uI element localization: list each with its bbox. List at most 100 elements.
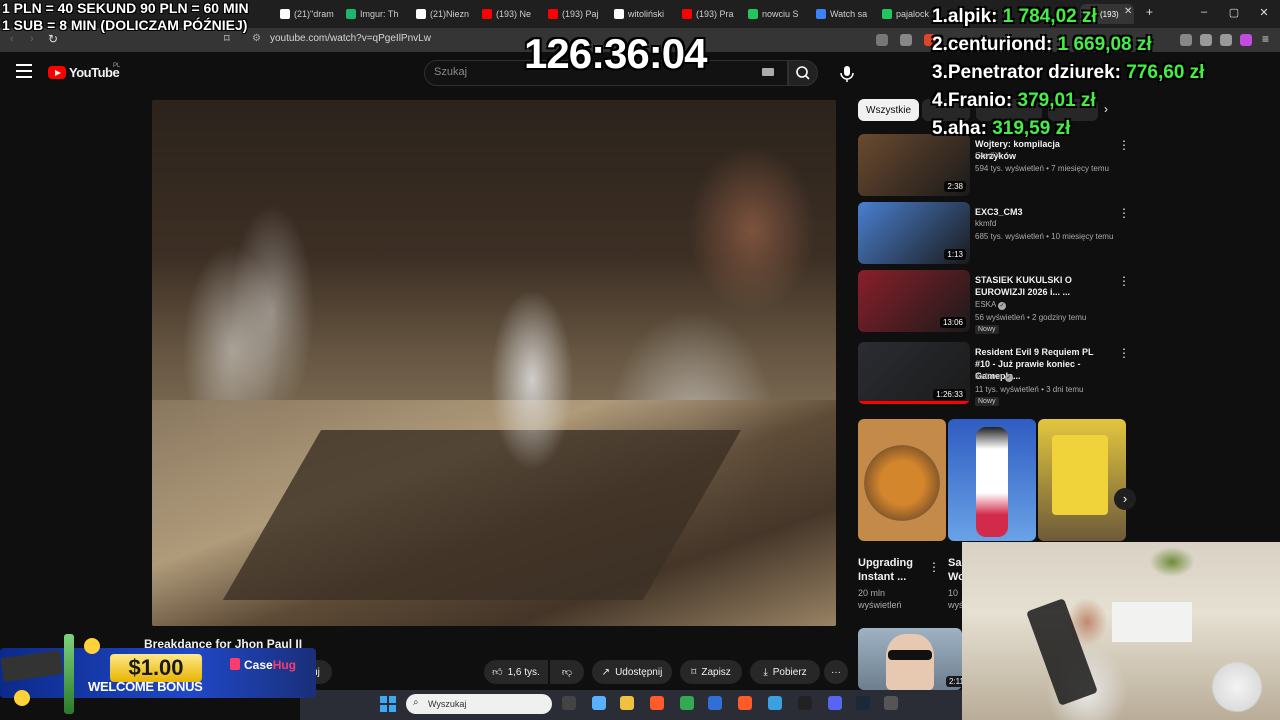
- task-view-icon[interactable]: [562, 696, 576, 710]
- short-title[interactable]: Upgrading Instant ...: [858, 556, 928, 584]
- chips-next-icon[interactable]: ›: [1104, 102, 1108, 116]
- channel-name[interactable]: Kaftann ✓: [975, 372, 1013, 382]
- windows-start-icon[interactable]: [380, 696, 396, 712]
- brave-icon[interactable]: [738, 696, 752, 710]
- browser-tab[interactable]: Watch sa: [816, 4, 876, 24]
- window-close-icon[interactable]: ✕: [1256, 6, 1272, 19]
- channel-name[interactable]: kkmfd: [975, 219, 996, 228]
- short-thumbnail[interactable]: [858, 419, 946, 541]
- casehug-bonus-banner: $1.00 WELCOME BONUS CaseHug: [0, 634, 316, 714]
- bookmark-icon[interactable]: ⌑: [224, 32, 230, 45]
- bonus-amount: $1.00: [110, 654, 202, 682]
- more-options-icon[interactable]: ⋮: [1118, 206, 1130, 220]
- tab-label: nowciu S: [762, 9, 799, 19]
- tab-label: (21)"dram: [294, 9, 334, 19]
- recommendation-item[interactable]: 1:26:33 Resident Evil 9 Requiem PL #10 - …: [858, 342, 1130, 406]
- browser-tab[interactable]: nowciu S: [748, 4, 808, 24]
- youtube-logo-text[interactable]: YouTube: [69, 65, 120, 80]
- short-thumbnail[interactable]: [948, 419, 1036, 541]
- like-button[interactable]: 👍︎ 1,6 tys.: [484, 660, 548, 684]
- tab-close-icon[interactable]: ✕: [1124, 6, 1132, 17]
- steam-icon[interactable]: [856, 696, 870, 710]
- short-thumbnail[interactable]: [1038, 419, 1126, 541]
- more-actions-button[interactable]: ···: [824, 660, 848, 684]
- leaderboard-entry: 2.centuriond: 1 669,08 zł: [932, 34, 1152, 56]
- forward-icon[interactable]: ›: [30, 33, 34, 45]
- video-thumbnail[interactable]: 1:26:33: [858, 342, 970, 404]
- site-info-icon[interactable]: ⚙: [252, 33, 261, 44]
- more-options-icon[interactable]: ⋮: [1118, 346, 1130, 360]
- channel-name[interactable]: ESKA ✓: [975, 300, 1007, 310]
- short-thumb-image: [1052, 435, 1108, 515]
- discord-icon[interactable]: [828, 696, 842, 710]
- video-thumbnail[interactable]: 13:06: [858, 270, 970, 332]
- youtube-logo-icon[interactable]: [48, 66, 66, 79]
- bonus-text: WELCOME BONUS: [88, 679, 203, 694]
- share-button[interactable]: ↗ Udostępnij: [592, 660, 672, 684]
- url-field[interactable]: youtube.com/watch?v=qPgeIlPnvLw: [270, 33, 431, 44]
- browser-menu-icon[interactable]: ≡: [1262, 32, 1269, 46]
- recommendation-item[interactable]: 2:38 Wojtery: kompilacja okrzyków GrediX 59…: [858, 134, 1130, 198]
- download-button[interactable]: ⤓ Pobierz: [750, 660, 820, 684]
- store-icon[interactable]: [708, 696, 722, 710]
- calculator-icon[interactable]: [884, 696, 898, 710]
- thumb-image: [886, 634, 934, 690]
- search-input[interactable]: Szukaj: [434, 66, 467, 78]
- video-thumbnail[interactable]: 1:13: [858, 202, 970, 264]
- recommendation-title[interactable]: STASIEK KUKULSKI O EUROWIZJI 2026 i... .…: [975, 274, 1103, 298]
- share-icon[interactable]: [900, 34, 912, 46]
- search-icon: ⌕: [413, 697, 419, 708]
- chrome-icon[interactable]: [680, 696, 694, 710]
- chip-all[interactable]: Wszystkie: [858, 99, 919, 121]
- browser-tab[interactable]: (193) Paj: [548, 4, 608, 24]
- browser-tab[interactable]: Imgur: Th: [346, 4, 406, 24]
- brave-icon[interactable]: [650, 696, 664, 710]
- watch-progress-bar: [858, 401, 970, 404]
- recommendation-title[interactable]: EXC3_CM3: [975, 206, 1103, 218]
- new-badge: Nowy: [975, 397, 999, 406]
- more-options-icon[interactable]: ⋮: [1118, 138, 1130, 152]
- extension-icon[interactable]: [876, 34, 888, 46]
- extension-icon[interactable]: [1240, 34, 1252, 46]
- obs-icon[interactable]: [798, 696, 812, 710]
- search-icon: [796, 66, 810, 80]
- tab-label: (193) Pra: [696, 9, 734, 19]
- extension-icon[interactable]: [1180, 34, 1192, 46]
- browser-tab[interactable]: (21)Niezn: [416, 4, 476, 24]
- browser-tab[interactable]: (193) Ne: [482, 4, 542, 24]
- short-kebab-icon[interactable]: ⋮: [928, 560, 940, 574]
- back-icon[interactable]: ‹: [10, 33, 14, 45]
- extension-icon[interactable]: [1200, 34, 1212, 46]
- coin-icon: [84, 638, 100, 654]
- mic-icon: [840, 66, 854, 82]
- taskbar-search[interactable]: Wyszukaj: [406, 694, 552, 714]
- save-button[interactable]: ⌑ Zapisz: [680, 660, 742, 684]
- notes-icon[interactable]: [768, 696, 782, 710]
- short-title[interactable]: Sai Wo: [948, 556, 962, 584]
- browser-tab[interactable]: (21)"dram: [280, 4, 340, 24]
- dislike-button[interactable]: 👎︎: [550, 660, 584, 684]
- video-thumbnail[interactable]: 2:38: [858, 134, 970, 196]
- minimize-icon[interactable]: –: [1196, 6, 1212, 18]
- recommendation-item[interactable]: 1:13 EXC3_CM3 kkmfd 685 tys. wyświetleń • 1…: [858, 202, 1130, 266]
- search-button[interactable]: [788, 60, 818, 86]
- file-explorer-icon[interactable]: [620, 696, 634, 710]
- browser-tab[interactable]: (193) Pra: [682, 4, 742, 24]
- video-player[interactable]: [152, 100, 836, 626]
- recommendation-meta: 56 wyświetleń • 2 godziny temu: [975, 313, 1087, 322]
- menu-icon[interactable]: [16, 64, 32, 78]
- reload-icon[interactable]: ↻: [48, 32, 58, 46]
- leaderboard-entry: 5.aha: 319,59 zł: [932, 118, 1070, 140]
- tab-favicon-icon: [682, 9, 692, 19]
- copilot-icon[interactable]: [592, 696, 606, 710]
- maximize-icon[interactable]: ▢: [1226, 6, 1242, 19]
- shorts-next-button[interactable]: ›: [1114, 488, 1136, 510]
- voice-search-button[interactable]: [836, 60, 858, 86]
- new-tab-icon[interactable]: +: [1146, 5, 1153, 19]
- channel-name[interactable]: GrediX: [975, 151, 1000, 160]
- extension-icon[interactable]: [1220, 34, 1232, 46]
- recommendation-item[interactable]: 13:06 STASIEK KUKULSKI O EUROWIZJI 2026 i…: [858, 270, 1130, 334]
- browser-tab[interactable]: witoliński: [614, 4, 674, 24]
- more-options-icon[interactable]: ⋮: [1118, 274, 1130, 288]
- keyboard-icon[interactable]: [762, 68, 774, 76]
